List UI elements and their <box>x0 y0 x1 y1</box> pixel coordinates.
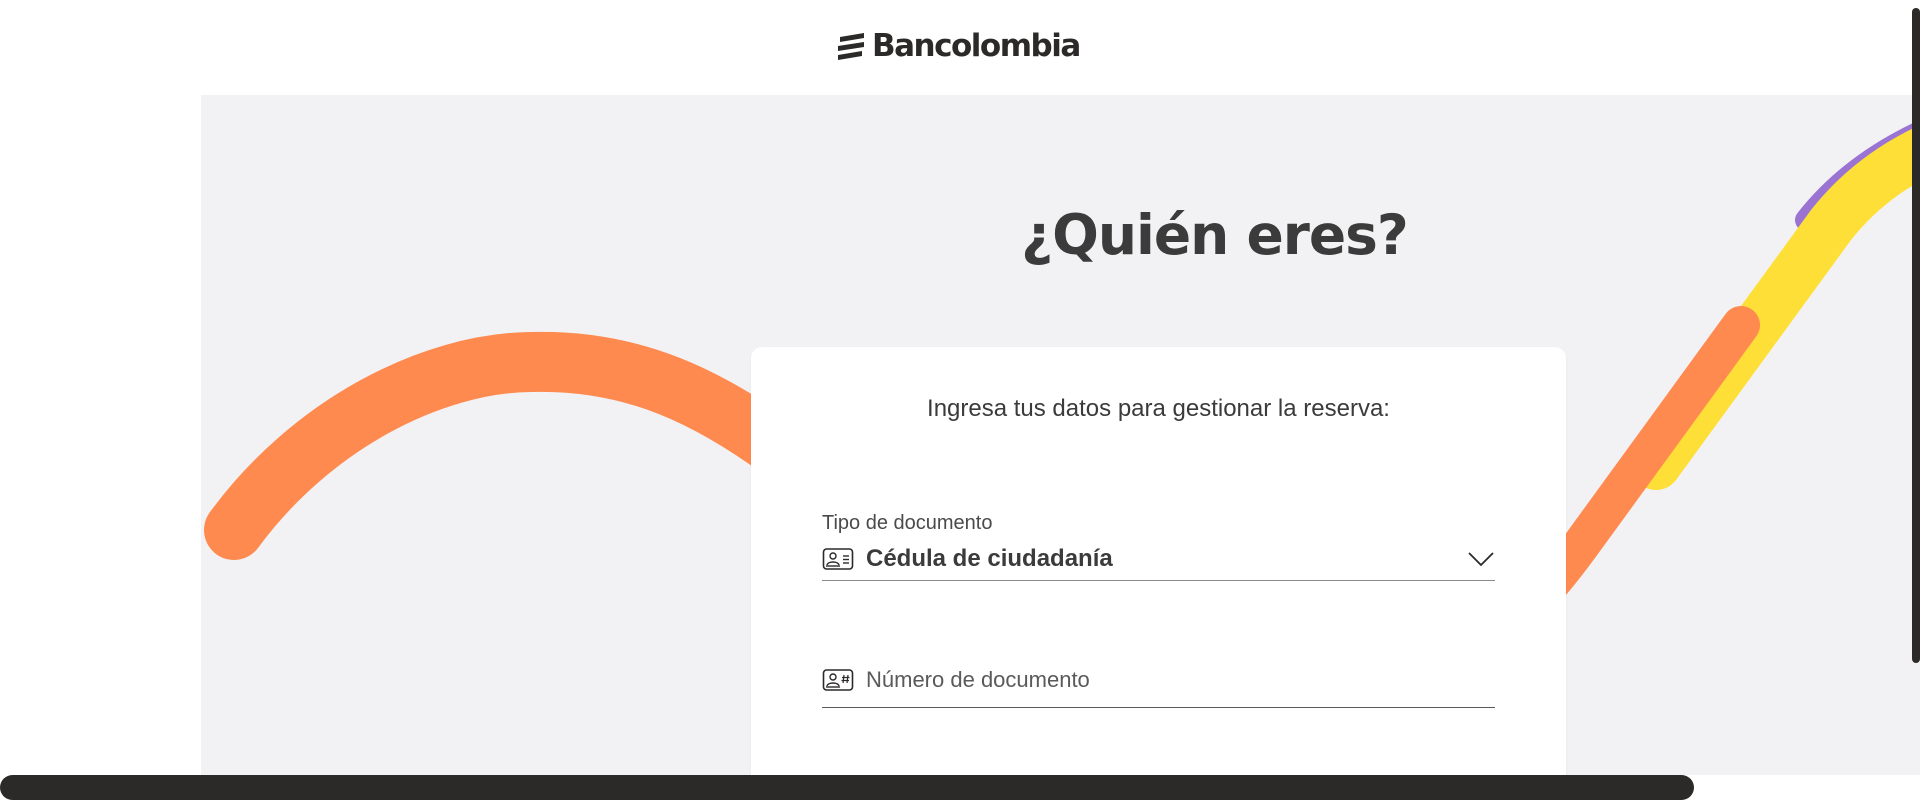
reservation-form-card: Ingresa tus datos para gestionar la rese… <box>751 347 1566 775</box>
document-type-value: Cédula de ciudadanía <box>866 545 1113 572</box>
page: Bancolombia ¿Quién eres? Ingresa tus dat… <box>0 0 1920 800</box>
document-type-value-row: Cédula de ciudadanía <box>822 544 1495 574</box>
form-subtitle: Ingresa tus datos para gestionar la rese… <box>927 395 1390 422</box>
document-number-input[interactable] <box>866 667 1466 693</box>
bancolombia-stripes-icon <box>838 33 864 60</box>
bancolombia-logo[interactable]: Bancolombia <box>836 28 1081 64</box>
horizontal-scrollbar[interactable] <box>0 775 1694 800</box>
id-number-icon <box>822 669 854 691</box>
document-number-field[interactable] <box>822 659 1495 708</box>
vertical-scrollbar[interactable] <box>1912 8 1920 663</box>
id-card-icon <box>822 548 854 570</box>
document-type-select[interactable]: Tipo de documento Cédula de ciudadanía <box>822 512 1495 581</box>
header: Bancolombia <box>0 0 1920 95</box>
document-type-label: Tipo de documento <box>822 512 993 534</box>
document-number-row <box>822 665 1495 695</box>
chevron-down-icon[interactable] <box>1467 550 1495 568</box>
page-title: ¿Quién eres? <box>1021 203 1409 267</box>
brand-name: Bancolombia <box>872 28 1081 64</box>
hero-section: ¿Quién eres? Ingresa tus datos para gest… <box>201 95 1920 775</box>
